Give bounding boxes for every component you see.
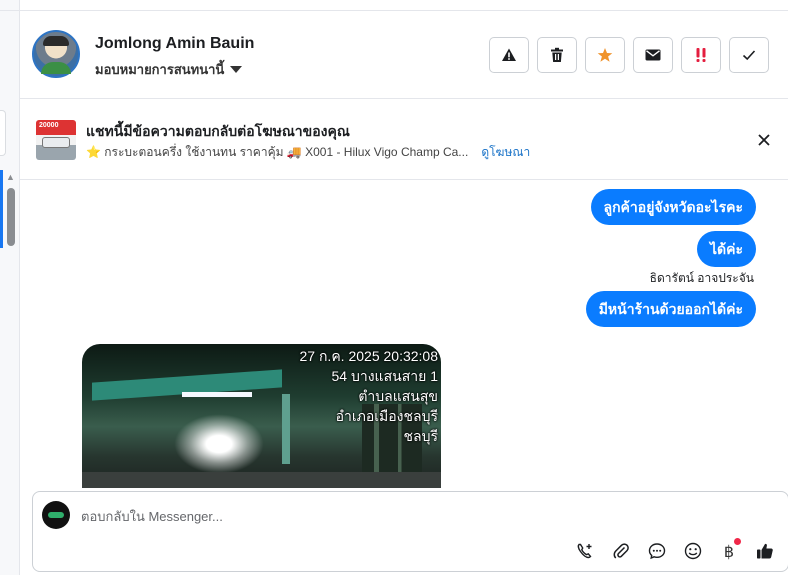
paperclip-icon — [613, 543, 629, 559]
timestamp-line: ชลบุรี — [403, 428, 439, 444]
photo-ground — [82, 472, 441, 488]
call-button[interactable] — [572, 538, 598, 564]
left-scroll-gutter: ▲ — [0, 0, 20, 575]
ad-description: ⭐ กระบะตอนครึ่ง ใช้งานทน ราคาคุ้ม 🚚 X001… — [86, 145, 469, 159]
checkmark-icon — [742, 50, 756, 61]
sender-name: ธิดารัตน์ อาจประจัน — [649, 271, 754, 285]
avatar-shirt — [41, 62, 71, 74]
emoji-icon — [684, 542, 702, 560]
like-button[interactable] — [752, 538, 778, 564]
reply-input[interactable] — [81, 505, 721, 527]
photo-pole — [282, 394, 290, 464]
thumbs-up-icon — [757, 543, 773, 559]
ad-banner-title: แชทนี้มีข้อความตอบกลับต่อโฆษณาของคุณ — [86, 123, 350, 139]
close-banner-button[interactable] — [754, 130, 774, 150]
mark-important-button[interactable] — [681, 37, 721, 73]
message-list: ลูกค้าอยู่จังหวัดอะไรคะ ได้ค่ะ ธิดารัตน์… — [20, 181, 788, 488]
message-bubble[interactable]: ลูกค้าอยู่จังหวัดอะไรคะ — [590, 189, 756, 225]
emoji-button[interactable] — [680, 538, 706, 564]
attach-button[interactable] — [608, 538, 634, 564]
trash-icon — [551, 47, 563, 62]
notification-dot — [734, 538, 741, 545]
double-exclamation-icon — [696, 48, 706, 62]
conversation-header: Jomlong Amin Bauin มอบหมายการสนทนานี้ — [20, 11, 788, 99]
caret-down-icon — [230, 66, 243, 73]
message-bubble[interactable]: มีหน้าร้านด้วยออกได้ค่ะ — [585, 291, 756, 327]
saved-replies-button[interactable] — [644, 538, 670, 564]
timestamp-line: ตำบลแสนสุข — [358, 388, 438, 404]
image-attachment[interactable]: 27 ก.ค. 2025 20:32:08 54 บางแสนสาย 1 ตำบ… — [82, 344, 441, 488]
photo-light-glow — [174, 414, 264, 474]
call-add-icon — [577, 543, 592, 559]
message-bubble[interactable]: ได้ค่ะ — [696, 231, 756, 267]
page-avatar — [42, 501, 70, 529]
ad-banner-subtitle: ⭐ กระบะตอนครึ่ง ใช้งานทน ราคาคุ้ม 🚚 X001… — [86, 143, 530, 162]
avatar[interactable] — [32, 30, 80, 78]
contact-name[interactable]: Jomlong Amin Bauin — [95, 35, 254, 53]
view-ad-link[interactable]: ดูโฆษณา — [481, 143, 530, 162]
scrollbar-thumb[interactable] — [7, 188, 15, 246]
assign-label: มอบหมายการสนทนานี้ — [95, 62, 225, 77]
ad-thumbnail-price: 20000 — [39, 122, 59, 129]
star-icon — [597, 48, 613, 62]
mark-unread-button[interactable] — [633, 37, 673, 73]
close-icon — [758, 134, 770, 146]
scroll-up-arrow-icon[interactable]: ▲ — [6, 172, 15, 182]
timestamp-line: อำเภอเมืองชลบุรี — [335, 408, 438, 424]
delete-button[interactable] — [537, 37, 577, 73]
envelope-icon — [645, 49, 661, 61]
timestamp-line: 54 บางแสนสาย 1 — [331, 368, 438, 384]
photo-timestamp-overlay: 27 ก.ค. 2025 20:32:08 54 บางแสนสาย 1 ตำบ… — [299, 346, 438, 446]
header-actions — [489, 37, 769, 73]
side-panel-tab[interactable] — [0, 110, 6, 156]
baht-icon: ฿ — [723, 541, 735, 561]
composer-tools: ฿ — [572, 538, 778, 564]
ad-thumbnail[interactable]: 20000 — [36, 120, 76, 160]
avatar-cap — [43, 36, 69, 46]
report-button[interactable] — [489, 37, 529, 73]
ad-reply-banner: 20000 แชทนี้มีข้อความตอบกลับต่อโฆษณาของค… — [20, 100, 788, 180]
page-logo — [48, 512, 64, 518]
divider — [0, 10, 20, 11]
payment-button[interactable]: ฿ — [716, 538, 742, 564]
truck-image — [42, 137, 70, 148]
warning-icon — [502, 48, 516, 61]
reply-composer: ฿ — [32, 491, 788, 572]
assign-conversation-dropdown[interactable]: มอบหมายการสนทนานี้ — [95, 59, 243, 80]
chat-bubble-icon — [648, 543, 666, 560]
active-indicator — [0, 170, 3, 248]
star-button[interactable] — [585, 37, 625, 73]
mark-done-button[interactable] — [729, 37, 769, 73]
timestamp-line: 27 ก.ค. 2025 20:32:08 — [299, 348, 438, 364]
photo-lamp — [182, 392, 252, 397]
